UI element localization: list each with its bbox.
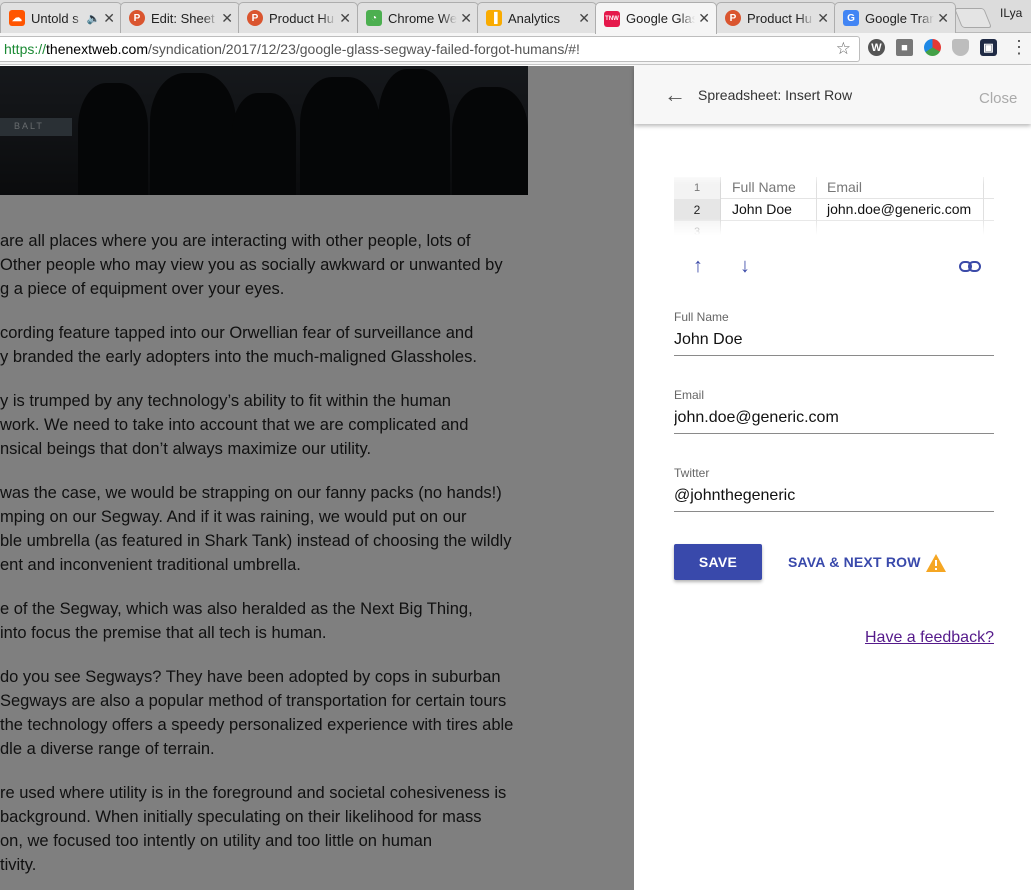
tab-product-hunt[interactable]: P Product Hu ✕ [238, 2, 358, 33]
shield-icon[interactable] [952, 39, 969, 56]
insert-row-panel: ← Spreadsheet: Insert Row Close 1 Full N… [634, 66, 1031, 890]
panel-header: ← Spreadsheet: Insert Row Close [634, 66, 1031, 124]
url-host: thenextweb.com [46, 41, 148, 57]
row-number: 3 [674, 221, 721, 235]
profile-name[interactable]: ILya [1000, 6, 1022, 20]
close-tab-icon[interactable]: ✕ [578, 10, 590, 27]
tab-title: Google Tran [865, 10, 935, 26]
tab-product-hunt-2[interactable]: P Product Hu ✕ [716, 2, 836, 33]
field-label: Twitter [674, 466, 710, 480]
menu-icon[interactable]: ⋮ [1010, 37, 1028, 57]
page-overlay[interactable] [0, 66, 634, 890]
close-button[interactable]: Close [979, 90, 1017, 107]
close-tab-icon[interactable]: ✕ [460, 10, 472, 27]
sheet-cell: john.doe@generic.com [817, 199, 984, 221]
wordpress-icon[interactable]: W [868, 39, 885, 56]
close-tab-icon[interactable]: ✕ [817, 10, 829, 27]
field-label: Email [674, 388, 705, 402]
sheet-preview: 1 Full Name Email 2 John Doe john.doe@ge… [674, 172, 994, 235]
sheet-cell [817, 221, 984, 235]
twitter-field[interactable] [674, 487, 994, 512]
sheet-cell [722, 221, 817, 235]
tab-title: Product Hu [747, 10, 813, 26]
save-next-row-button[interactable]: SAVA & NEXT ROW [788, 554, 921, 570]
tab-chrome-webstore[interactable]: ◔ Chrome We ✕ [357, 2, 479, 33]
link-icon[interactable] [958, 256, 982, 278]
sheet-cell: John Doe [722, 199, 817, 221]
tab-title: Edit: Sheet [151, 10, 215, 26]
tab-title: Untold s [31, 10, 79, 26]
tab-google-translate[interactable]: G Google Tran ✕ [834, 2, 956, 33]
sheet-row-selected: 2 John Doe john.doe@generic.com [674, 199, 994, 221]
email-group: Email [674, 388, 994, 434]
soundcloud-icon: ☁ [9, 10, 25, 26]
extension-icon[interactable]: ■ [896, 39, 913, 56]
close-tab-icon[interactable]: ✕ [698, 10, 710, 27]
warning-icon [926, 554, 946, 572]
row-number: 1 [674, 177, 721, 199]
close-tab-icon[interactable]: ✕ [937, 10, 949, 27]
url-path: /syndication/2017/12/23/google-glass-seg… [147, 41, 580, 57]
producthunt-icon: P [247, 10, 263, 26]
chrome-webstore-icon: ◔ [366, 10, 382, 26]
tab-title: Analytics [508, 10, 561, 26]
producthunt-icon: P [725, 10, 741, 26]
analytics-icon: ▐ [486, 10, 502, 26]
lock-icon[interactable]: ▣ [980, 39, 997, 56]
tab-soundcloud[interactable]: ☁ Untold s 🔈 ✕ [0, 2, 122, 33]
save-button[interactable]: SAVE [674, 544, 762, 580]
speaker-icon[interactable]: 🔈 [87, 12, 101, 25]
tnw-icon: TNW [604, 10, 620, 27]
tab-edit-sheet[interactable]: P Edit: Sheet ✕ [120, 2, 240, 33]
sheet-cell: Full Name [722, 177, 817, 199]
full-name-group: Full Name [674, 310, 994, 356]
close-tab-icon[interactable]: ✕ [221, 10, 233, 27]
url-input[interactable]: https://thenextweb.com/syndication/2017/… [0, 36, 860, 62]
url-scheme: https:// [4, 41, 47, 57]
row-number: 2 [674, 199, 721, 221]
close-tab-icon[interactable]: ✕ [339, 10, 351, 27]
twitter-group: Twitter [674, 466, 994, 512]
full-name-field[interactable] [674, 331, 994, 356]
feedback-link[interactable]: Have a feedback? [865, 629, 994, 647]
back-arrow-icon[interactable]: ← [664, 82, 686, 108]
sheet-cell: Email [817, 177, 984, 199]
color-picker-icon[interactable] [924, 39, 941, 56]
new-tab-button[interactable] [953, 8, 993, 28]
tab-title: Chrome We [388, 10, 458, 26]
tab-title: Google Glas [626, 11, 696, 26]
sheet-row: 3 [674, 221, 994, 235]
tab-google-glass[interactable]: TNW Google Glas ✕ [595, 2, 717, 34]
tab-analytics[interactable]: ▐ Analytics ✕ [477, 2, 597, 33]
sheet-row: 1 Full Name Email [674, 177, 994, 199]
arrow-down-icon[interactable]: ↓ [733, 254, 757, 278]
producthunt-icon: P [129, 10, 145, 26]
google-translate-icon: G [843, 10, 859, 26]
panel-title: Spreadsheet: Insert Row [698, 87, 853, 103]
field-label: Full Name [674, 310, 729, 324]
bookmark-star-icon[interactable]: ☆ [836, 37, 851, 61]
tab-strip: ☁ Untold s 🔈 ✕ P Edit: Sheet ✕ P Product… [0, 0, 1031, 34]
email-field[interactable] [674, 409, 994, 434]
tab-title: Product Hu [269, 10, 335, 26]
close-tab-icon[interactable]: ✕ [103, 10, 115, 27]
arrow-up-icon[interactable]: ↑ [686, 254, 710, 278]
